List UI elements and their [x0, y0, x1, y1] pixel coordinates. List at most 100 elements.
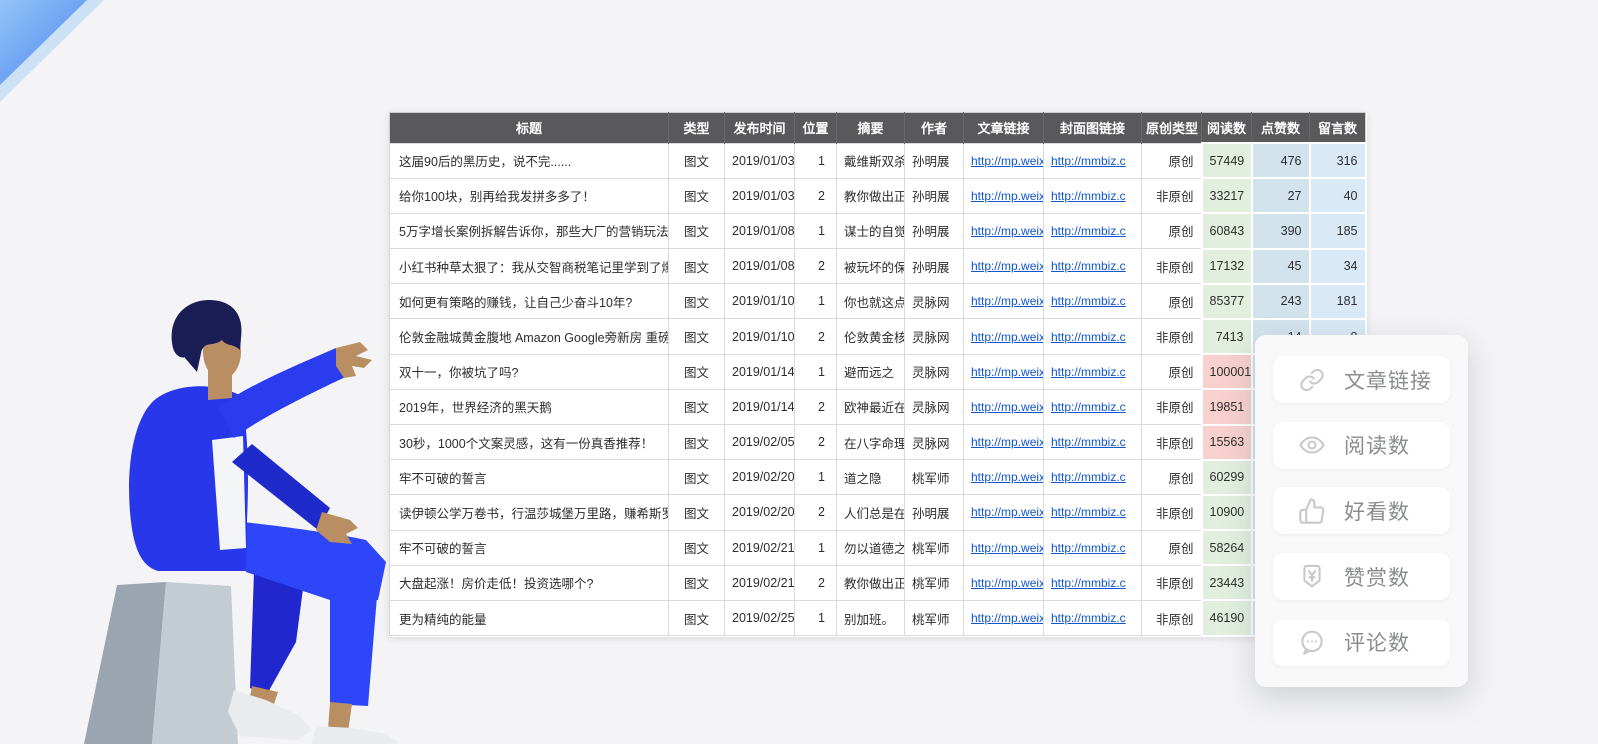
cell-date: 2019/02/20: [725, 460, 795, 495]
cover-link[interactable]: http://mmbiz.c: [1051, 365, 1126, 379]
panel-item-article-link[interactable]: 文章链接: [1273, 356, 1450, 403]
cover-link[interactable]: http://mmbiz.c: [1051, 470, 1126, 484]
article-link[interactable]: http://mp.weixi: [971, 294, 1044, 308]
cell-original_type: 原创: [1142, 354, 1202, 389]
panel-item-comment-count[interactable]: 评论数: [1273, 619, 1450, 666]
cell-position: 2: [795, 389, 837, 424]
article-link[interactable]: http://mp.weixi: [971, 611, 1044, 625]
table-header-row: 标题类型发布时间位置摘要作者文章链接封面图链接原创类型阅读数点赞数留言数: [390, 113, 1366, 144]
panel-item-label: 阅读数: [1344, 430, 1410, 460]
cover-link[interactable]: http://mmbiz.c: [1051, 224, 1126, 238]
cell-title: 大盘起涨！房价走低！投资选哪个?: [390, 565, 669, 600]
article-link[interactable]: http://mp.weixi: [971, 224, 1044, 238]
article-link[interactable]: http://mp.weixi: [971, 330, 1044, 344]
cell-article_link: http://mp.weixi: [964, 530, 1044, 565]
cell-date: 2019/01/03: [725, 143, 795, 178]
article-link[interactable]: http://mp.weixi: [971, 541, 1044, 555]
cell-cover_link: http://mmbiz.c: [1044, 319, 1142, 354]
table-row: 读伊顿公学万卷书，行温莎城堡万里路，赚希斯罗机场图文2019/02/202人们总…: [390, 495, 1366, 530]
cover-link[interactable]: http://mmbiz.c: [1051, 294, 1126, 308]
cell-type: 图文: [669, 460, 725, 495]
cell-title: 牢不可破的誓言: [390, 530, 669, 565]
cell-original_type: 非原创: [1142, 319, 1202, 354]
cover-link[interactable]: http://mmbiz.c: [1051, 189, 1126, 203]
cell-article_link: http://mp.weixi: [964, 143, 1044, 178]
cell-cover_link: http://mmbiz.c: [1044, 565, 1142, 600]
cell-author: 孙明展: [905, 143, 964, 178]
cell-cover_link: http://mmbiz.c: [1044, 249, 1142, 284]
cell-likes: 45: [1252, 249, 1310, 284]
cell-original_type: 非原创: [1142, 495, 1202, 530]
cell-position: 1: [795, 284, 837, 319]
cell-date: 2019/01/03: [725, 178, 795, 213]
article-link[interactable]: http://mp.weixi: [971, 189, 1044, 203]
cell-type: 图文: [669, 319, 725, 354]
cell-comments: 40: [1310, 178, 1366, 213]
cell-summary: 被玩坏的保险: [837, 249, 905, 284]
cell-type: 图文: [669, 495, 725, 530]
cell-article_link: http://mp.weixi: [964, 460, 1044, 495]
cell-original_type: 非原创: [1142, 425, 1202, 460]
article-link[interactable]: http://mp.weixi: [971, 576, 1044, 590]
cell-reads: 10900: [1202, 495, 1252, 530]
cell-date: 2019/01/14: [725, 354, 795, 389]
cell-likes: 243: [1252, 284, 1310, 319]
cover-link[interactable]: http://mmbiz.c: [1051, 541, 1126, 555]
article-link[interactable]: http://mp.weixi: [971, 505, 1044, 519]
cell-comments: 185: [1310, 213, 1366, 248]
cell-position: 1: [795, 213, 837, 248]
panel-item-label: 好看数: [1344, 496, 1410, 526]
article-link[interactable]: http://mp.weixi: [971, 154, 1044, 168]
cell-original_type: 原创: [1142, 284, 1202, 319]
cell-reads: 100001: [1202, 354, 1252, 389]
table-row: 牢不可破的誓言图文2019/02/201道之隐桃军师http://mp.weix…: [390, 460, 1366, 495]
cell-author: 灵脉网: [905, 319, 964, 354]
cell-reads: 85377: [1202, 284, 1252, 319]
cell-position: 1: [795, 143, 837, 178]
cell-type: 图文: [669, 425, 725, 460]
panel-item-read-count[interactable]: 阅读数: [1273, 422, 1450, 469]
cell-article_link: http://mp.weixi: [964, 565, 1044, 600]
cell-comments: 181: [1310, 284, 1366, 319]
cover-link[interactable]: http://mmbiz.c: [1051, 400, 1126, 414]
cell-reads: 19851: [1202, 389, 1252, 424]
column-header-likes: 点赞数: [1252, 113, 1310, 144]
cell-date: 2019/01/08: [725, 249, 795, 284]
cell-date: 2019/01/08: [725, 213, 795, 248]
article-link[interactable]: http://mp.weixi: [971, 365, 1044, 379]
article-link[interactable]: http://mp.weixi: [971, 470, 1044, 484]
panel-item-reward-count[interactable]: 赞赏数: [1273, 553, 1450, 600]
cell-position: 2: [795, 178, 837, 213]
column-header-type: 类型: [669, 113, 725, 144]
cell-original_type: 非原创: [1142, 565, 1202, 600]
cell-type: 图文: [669, 284, 725, 319]
table-row: 牢不可破的誓言图文2019/02/211勿以道德之名桃军师http://mp.w…: [390, 530, 1366, 565]
cover-link[interactable]: http://mmbiz.c: [1051, 154, 1126, 168]
cell-summary: 谋士的自觉: [837, 213, 905, 248]
cell-author: 桃军师: [905, 600, 964, 635]
cell-author: 灵脉网: [905, 284, 964, 319]
cover-link[interactable]: http://mmbiz.c: [1051, 435, 1126, 449]
cover-link[interactable]: http://mmbiz.c: [1051, 611, 1126, 625]
cell-type: 图文: [669, 178, 725, 213]
table-row: 伦敦金融城黄金腹地 Amazon Google旁新房 重磅发售图文2019/01…: [390, 319, 1366, 354]
cell-type: 图文: [669, 600, 725, 635]
cell-original_type: 非原创: [1142, 600, 1202, 635]
article-link[interactable]: http://mp.weixi: [971, 259, 1044, 273]
table-row: 2019年，世界经济的黑天鹅图文2019/01/142欧神最近在吐灵脉网http…: [390, 389, 1366, 424]
article-link[interactable]: http://mp.weixi: [971, 400, 1044, 414]
cell-reads: 17132: [1202, 249, 1252, 284]
article-link[interactable]: http://mp.weixi: [971, 435, 1044, 449]
cell-original_type: 原创: [1142, 460, 1202, 495]
panel-item-like-count[interactable]: 好看数: [1273, 487, 1450, 534]
cell-reads: 33217: [1202, 178, 1252, 213]
cell-type: 图文: [669, 213, 725, 248]
cover-link[interactable]: http://mmbiz.c: [1051, 505, 1126, 519]
cell-position: 2: [795, 495, 837, 530]
cover-link[interactable]: http://mmbiz.c: [1051, 330, 1126, 344]
cell-article_link: http://mp.weixi: [964, 319, 1044, 354]
cover-link[interactable]: http://mmbiz.c: [1051, 259, 1126, 273]
cell-position: 1: [795, 354, 837, 389]
cover-link[interactable]: http://mmbiz.c: [1051, 576, 1126, 590]
cell-date: 2019/02/20: [725, 495, 795, 530]
